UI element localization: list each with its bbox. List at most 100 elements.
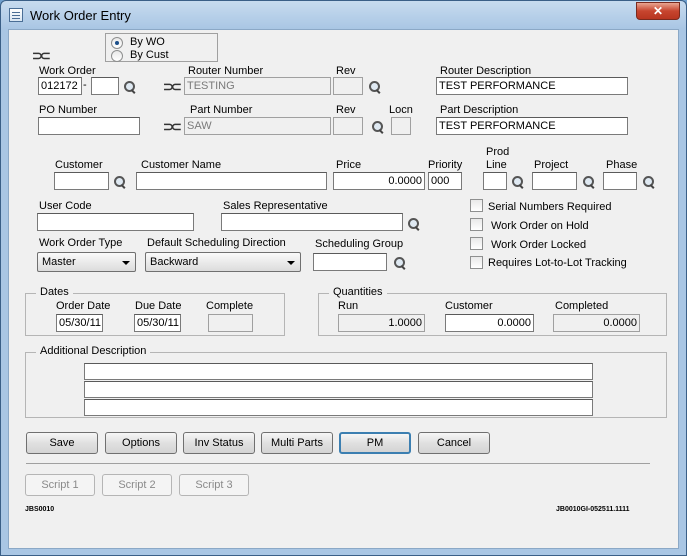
by-wo-label: By WO <box>130 36 165 48</box>
part-lookup-icon[interactable] <box>371 120 385 134</box>
customer-qty-label: Customer <box>445 300 493 312</box>
router-number-label: Router Number <box>188 65 264 77</box>
po-number-label: PO Number <box>39 104 98 116</box>
cancel-button[interactable]: Cancel <box>418 432 490 454</box>
sales-rep-lookup-icon[interactable] <box>407 217 421 231</box>
work-order-lookup-icon[interactable] <box>123 80 137 94</box>
sched-group-lookup-icon[interactable] <box>393 256 407 270</box>
additional-description-line-1[interactable] <box>84 363 593 380</box>
link-icon[interactable]: ⊃⊂ <box>32 49 51 62</box>
part-number-label: Part Number <box>190 104 253 116</box>
mode-group: By WO By Cust <box>105 33 218 62</box>
project-input[interactable] <box>532 172 577 190</box>
work-order-type-value: Master <box>42 256 76 268</box>
work-order-suffix-input[interactable] <box>91 77 119 95</box>
router-description-label: Router Description <box>440 65 532 77</box>
locked-checkbox[interactable] <box>470 237 483 250</box>
po-number-input[interactable] <box>38 117 140 135</box>
close-button[interactable]: ✕ <box>636 2 680 20</box>
on-hold-label: Work Order on Hold <box>491 220 589 232</box>
version-label: JB0010GI-052511.1111 <box>556 506 630 513</box>
inv-status-button[interactable]: Inv Status <box>183 432 255 454</box>
user-code-input[interactable] <box>37 213 194 231</box>
priority-input[interactable]: 000 <box>428 172 462 190</box>
separator <box>26 463 650 464</box>
lot-tracking-checkbox[interactable] <box>470 256 483 269</box>
order-date-input[interactable]: 05/30/11 <box>56 314 103 332</box>
part-description-label: Part Description <box>440 104 519 116</box>
phase-input[interactable] <box>603 172 637 190</box>
sched-direction-label: Default Scheduling Direction <box>147 237 286 249</box>
screen-id-label: JBS0010 <box>25 506 55 513</box>
by-cust-label: By Cust <box>130 49 169 61</box>
router-rev-input[interactable] <box>333 77 363 95</box>
order-date-label: Order Date <box>56 300 111 312</box>
due-date-input[interactable]: 05/30/11 <box>134 314 181 332</box>
locn-input[interactable] <box>391 117 411 135</box>
price-label: Price <box>336 159 362 171</box>
router-lookup-icon[interactable] <box>368 80 382 94</box>
customer-qty-input[interactable]: 0.0000 <box>445 314 534 332</box>
router-link-icon[interactable]: ⊃⊂ <box>163 80 182 93</box>
sched-direction-select[interactable]: Backward <box>145 252 301 272</box>
prod-line-input[interactable] <box>483 172 507 190</box>
complete-date-input[interactable] <box>208 314 253 332</box>
work-order-type-select[interactable]: Master <box>37 252 136 272</box>
customer-name-label: Customer Name <box>141 159 222 171</box>
run-qty-input[interactable]: 1.0000 <box>338 314 425 332</box>
save-button[interactable]: Save <box>26 432 98 454</box>
work-order-entry-window: Work Order Entry ✕ ⊃⊂ By WO By Cust Work… <box>0 0 687 556</box>
price-input[interactable]: 0.0000 <box>333 172 425 190</box>
work-order-label: Work Order <box>39 65 96 77</box>
script-2-button[interactable]: Script 2 <box>102 474 172 496</box>
options-button[interactable]: Options <box>105 432 177 454</box>
additional-description-title: Additional Description <box>36 345 151 357</box>
completed-qty-input[interactable]: 0.0000 <box>553 314 640 332</box>
user-code-label: User Code <box>39 200 92 212</box>
chevron-down-icon <box>287 261 295 265</box>
project-lookup-icon[interactable] <box>582 175 596 189</box>
additional-description-line-3[interactable] <box>84 399 593 416</box>
router-rev-label: Rev <box>336 65 356 77</box>
by-wo-radio[interactable] <box>111 37 123 49</box>
router-description-input[interactable]: TEST PERFORMANCE <box>436 77 628 95</box>
phase-label: Phase <box>606 159 638 171</box>
dates-group: Dates Order Date 05/30/11 Due Date 05/30… <box>25 286 285 336</box>
by-cust-radio[interactable] <box>111 50 123 62</box>
script-3-button[interactable]: Script 3 <box>179 474 249 496</box>
additional-description-line-2[interactable] <box>84 381 593 398</box>
pm-button[interactable]: PM <box>339 432 411 454</box>
part-link-icon[interactable]: ⊃⊂ <box>163 120 182 133</box>
sched-group-input[interactable] <box>313 253 387 271</box>
sales-rep-input[interactable] <box>221 213 403 231</box>
project-label: Project <box>534 159 569 171</box>
dates-title: Dates <box>36 286 73 298</box>
priority-label: Priority <box>428 159 463 171</box>
quantities-title: Quantities <box>329 286 387 298</box>
form-body: ⊃⊂ By WO By Cust Work Order 012172 - ⊃⊂ … <box>8 29 679 549</box>
serial-numbers-checkbox[interactable] <box>470 199 483 212</box>
prod-line-label-1: Prod <box>486 146 510 158</box>
title-bar[interactable]: Work Order Entry ✕ <box>1 1 686 29</box>
customer-name-input[interactable] <box>136 172 327 190</box>
quantities-group: Quantities Run 1.0000 Customer 0.0000 Co… <box>318 286 667 336</box>
window-title: Work Order Entry <box>30 8 131 23</box>
work-order-type-label: Work Order Type <box>39 237 123 249</box>
locn-label: Locn <box>389 104 413 116</box>
work-order-input[interactable]: 012172 <box>38 77 82 95</box>
prod-line-lookup-icon[interactable] <box>511 175 525 189</box>
customer-lookup-icon[interactable] <box>113 175 127 189</box>
script-1-button[interactable]: Script 1 <box>25 474 95 496</box>
completed-qty-label: Completed <box>555 300 609 312</box>
phase-lookup-icon[interactable] <box>642 175 656 189</box>
router-number-input[interactable]: TESTING <box>184 77 331 95</box>
multi-parts-button[interactable]: Multi Parts <box>261 432 333 454</box>
sched-direction-value: Backward <box>150 256 199 268</box>
lot-tracking-label: Requires Lot-to-Lot Tracking <box>488 257 627 269</box>
on-hold-checkbox[interactable] <box>470 218 483 231</box>
customer-input[interactable] <box>54 172 109 190</box>
part-description-input[interactable]: TEST PERFORMANCE <box>436 117 628 135</box>
part-number-input[interactable]: SAW <box>184 117 331 135</box>
app-icon <box>9 8 23 22</box>
part-rev-input[interactable] <box>333 117 363 135</box>
